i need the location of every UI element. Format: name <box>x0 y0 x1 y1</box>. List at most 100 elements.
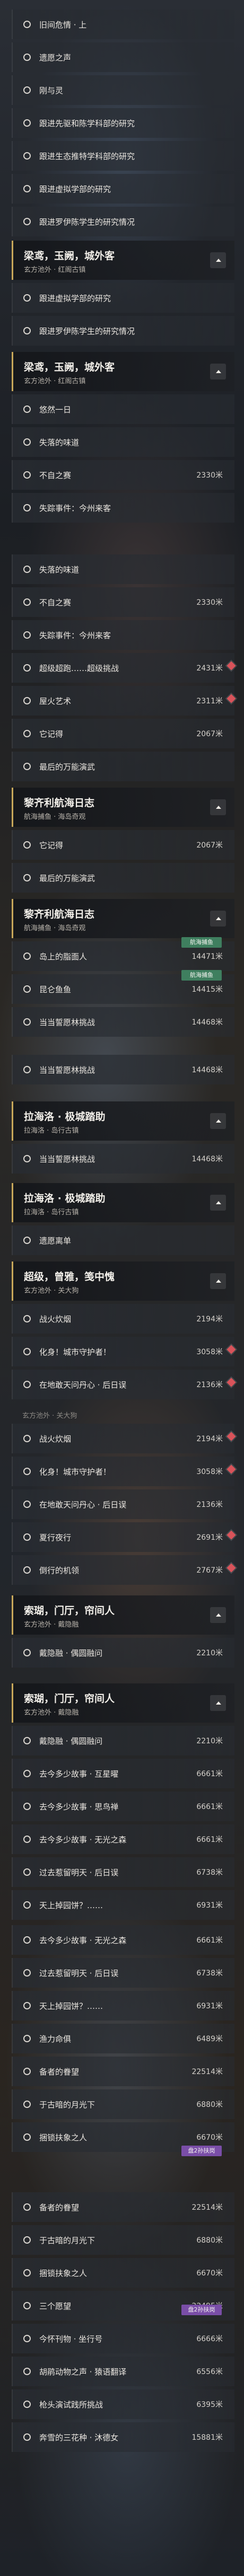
quest-row[interactable]: 去今多少故事 · 无光之森 6661米 <box>12 1925 234 1955</box>
quest-row[interactable]: 失落的味道 <box>12 427 234 457</box>
quest-row[interactable]: 备者的眷望 22514米 <box>12 2057 234 2086</box>
group-header[interactable]: 梁鸢，玉阙，城外客 玄方池外 · 红阁古镇 <box>12 352 234 391</box>
group-header[interactable]: 超级，曾雅，笺中愧 玄方池外 · 关大狗 <box>12 1261 234 1301</box>
circle-icon <box>23 2101 31 2108</box>
chevron-up-icon[interactable] <box>210 1195 226 1211</box>
quest-row[interactable]: 遗愿离单 <box>12 1225 234 1255</box>
quest-label: 失落的味道 <box>39 437 80 447</box>
circle-icon <box>23 763 31 770</box>
quest-row[interactable]: 它记得 2067米 <box>12 719 234 748</box>
quest-row[interactable]: 倒行的机领 2767米 <box>12 1555 236 1585</box>
quest-row[interactable]: 在地敢天问丹心 · 后日误 2136米 <box>12 1489 234 1519</box>
quest-row[interactable]: 化身！城市守护者！ 3058米 <box>12 1337 236 1366</box>
circle-icon <box>23 2035 31 2042</box>
chevron-up-icon[interactable] <box>210 799 226 815</box>
quest-row[interactable]: 旧间危情 · 上 <box>12 10 234 39</box>
region-badge: 盘2孙扶岗 <box>181 2146 222 2156</box>
quest-row[interactable]: 胡鹃动物之声 · 猿语翻译 6556米 <box>12 2357 234 2386</box>
chevron-up-icon[interactable] <box>210 1273 226 1289</box>
quest-row[interactable]: 悠然一日 <box>12 394 234 424</box>
quest-label: 当当誓愿林挑战 <box>39 1154 95 1164</box>
group-subtitle: 玄方池外 · 戴隐融 <box>24 1621 79 1629</box>
circle-icon <box>23 1770 31 1777</box>
circle-icon <box>23 1803 31 1810</box>
quest-row[interactable]: 枪头演试践所挑战 6395米 <box>12 2389 234 2419</box>
quest-row[interactable]: 戴隐融 · 偶圆融问 2210米 <box>12 1726 234 1755</box>
quest-row[interactable]: 它记得 2067米 <box>12 830 234 860</box>
quest-row[interactable]: 不自之赛 2330米 <box>12 460 234 490</box>
group-header[interactable]: 索瑚，门厅，帘间人 玄方池外 · 戴隐融 <box>12 1595 234 1635</box>
quest-label: 戴隐融 · 偶圆融问 <box>39 1736 103 1746</box>
quest-row[interactable]: 天上掉园饼？…… 6931米 <box>12 1890 234 1920</box>
circle-icon <box>23 471 31 479</box>
quest-row[interactable]: 战火炊烟 2194米 <box>12 1424 236 1453</box>
quest-label: 在地敢天问丹心 · 后日误 <box>39 1499 127 1510</box>
quest-row[interactable]: 不自之赛 2330米 <box>12 587 234 617</box>
group-subtitle: 玄方池外 · 关大狗 <box>24 1287 79 1295</box>
circle-icon <box>23 1018 31 1026</box>
circle-icon <box>23 1868 31 1876</box>
quest-row[interactable]: 备者的眷望 22514米 <box>12 2192 234 2222</box>
chevron-up-icon[interactable] <box>210 1113 226 1129</box>
group-header[interactable]: 拉海洛 · 极城踏助 拉海洛 · 岛行古镇 <box>12 1101 234 1141</box>
group-header[interactable]: 黎齐利航海日志 航海捕鱼 · 海岛奇观 <box>12 788 234 827</box>
quest-row[interactable]: 跟进生态推特学科部的研究 <box>12 141 234 171</box>
quest-row[interactable]: 当当誓愿林挑战 14468米 <box>12 1055 234 1084</box>
quest-list-7b: 战火炊烟 2194米 化身！城市守护者！ 3058米 在地敢天问丹心 · 后日误 21… <box>12 1424 236 1588</box>
quest-row[interactable]: 失落的味道 <box>12 554 234 584</box>
quest-row[interactable]: 今怀刊物 · 坐行号 6666米 <box>12 2324 234 2353</box>
quest-row[interactable]: 跟进虚拟学部的研究 <box>12 283 234 313</box>
quest-distance: 6556米 <box>196 2368 223 2376</box>
quest-row[interactable]: 当当誓愿林挑战 14468米 <box>12 1144 234 1174</box>
quest-row[interactable]: 战火炊烟 2194米 <box>12 1304 234 1334</box>
circle-icon <box>23 54 31 61</box>
quest-row[interactable]: 于古暗的月光下 6880米 <box>12 2089 234 2119</box>
quest-row[interactable]: 最后的万能演武 <box>12 863 234 893</box>
quest-row[interactable]: 去今多少故事 · 无光之森 6661米 <box>12 1824 234 1854</box>
group-header[interactable]: 梁鸢，玉阙，城外客 玄方池外 · 红阁古镇 <box>12 241 234 280</box>
quest-row[interactable]: 在地敢天问丹心 · 后日误 2136米 <box>12 1370 236 1399</box>
quest-row[interactable]: 过去惹留明天 · 后日误 6738米 <box>12 1958 234 1988</box>
quest-label: 失踪事件：今州来客 <box>39 630 111 640</box>
quest-row[interactable]: 戴隐融 · 偶圆融问 2210米 <box>12 1638 234 1668</box>
quest-row[interactable]: 当当誓愿林挑战 14468米 <box>12 1007 234 1037</box>
quest-row[interactable]: 失踪事件：今州来客 <box>12 493 234 523</box>
quest-row[interactable]: 去今多少故事 · 互星曜 6661米 <box>12 1759 234 1788</box>
quest-group-2: 梁鸢，玉阙，城外客 玄方池外 · 红阁古镇 悠然一日 失落的味道 不自之赛 233… <box>12 352 234 526</box>
quest-row[interactable]: 天上掉园饼？…… 6931米 <box>12 1991 234 2021</box>
group-header[interactable]: 拉海洛 · 极城踏助 拉海洛 · 岛行古镇 <box>12 1183 234 1222</box>
quest-row[interactable]: 去今多少故事 · 思鸟禅 6661米 <box>12 1792 234 1821</box>
quest-row[interactable]: 超级超跑……超级挑战 2431米 <box>12 653 236 683</box>
quest-row[interactable]: 跟进先驱和陈学科部的研究 <box>12 108 234 138</box>
quest-row[interactable]: 最后的万能演武 <box>12 752 234 781</box>
quest-row[interactable]: 捆锁扶象之人 6670米 <box>12 2258 234 2288</box>
group-header[interactable]: 索瑚，门厅，帘间人 玄方池外 · 戴隐融 <box>12 1683 234 1723</box>
quest-label: 跟进罗伊陈学生的研究情况 <box>39 326 135 336</box>
quest-row[interactable]: 跟进罗伊陈学生的研究情况 <box>12 316 234 346</box>
circle-icon <box>23 2002 31 2009</box>
group-title: 索瑚，门厅，帘间人 <box>24 1605 115 1617</box>
circle-icon <box>23 2203 31 2211</box>
quest-row[interactable]: 遗愿之声 <box>12 42 234 72</box>
circle-icon <box>23 1501 31 1508</box>
quest-row[interactable]: 跟进虚拟学部的研究 <box>12 174 234 204</box>
quest-row[interactable]: 刚与灵 <box>12 75 234 105</box>
chevron-up-icon[interactable] <box>210 1695 226 1711</box>
chevron-up-icon[interactable] <box>210 911 226 927</box>
group-header[interactable]: 黎齐利航海日志 航海捕鱼 · 海岛奇观 <box>12 899 234 938</box>
quest-row[interactable]: 化身！城市守护者！ 3058米 <box>12 1457 236 1486</box>
quest-row[interactable]: 渔力命俱 6489米 <box>12 2024 234 2053</box>
chevron-up-icon[interactable] <box>210 1607 226 1623</box>
quest-row[interactable]: 屋火艺术 2311米 <box>12 686 236 716</box>
quest-group-7: 超级，曾雅，笺中愧 玄方池外 · 关大狗 战火炊烟 2194米 化身！城市守护者！… <box>12 1261 236 1402</box>
chevron-up-icon[interactable] <box>210 252 226 268</box>
chevron-up-icon[interactable] <box>210 364 226 380</box>
quest-row[interactable]: 过去惹留明天 · 后日误 6738米 <box>12 1857 234 1887</box>
quest-group-1: 梁鸢，玉阙，城外客 玄方池外 · 红阁古镇 跟进虚拟学部的研究 跟进罗伊陈学生的… <box>12 241 234 349</box>
quest-row[interactable]: 失踪事件：今州来客 <box>12 620 234 650</box>
quest-row[interactable]: 于古暗的月光下 6880米 <box>12 2225 234 2255</box>
quest-row[interactable]: 奔雪的三花种 · 沐德女 15881米 <box>12 2422 234 2452</box>
circle-icon <box>23 185 31 192</box>
quest-row[interactable]: 夏行夜行 2691米 <box>12 1522 236 1552</box>
quest-row[interactable]: 跟进罗伊陈学生的研究情况 <box>12 207 234 236</box>
